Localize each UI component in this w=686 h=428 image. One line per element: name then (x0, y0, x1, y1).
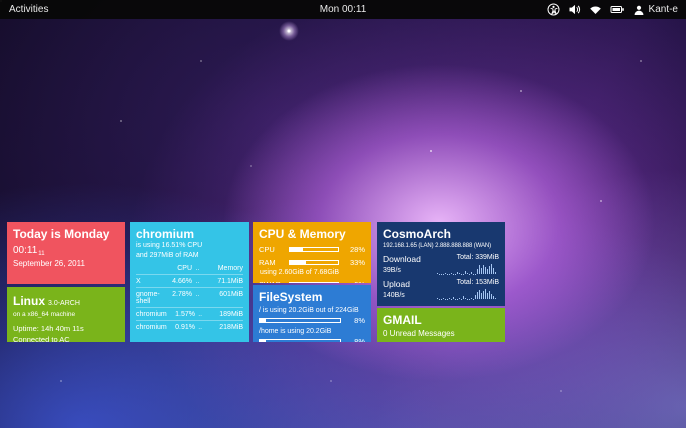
cpu-row: CPU 28% (259, 245, 365, 254)
root-fs-row: 8% (259, 316, 365, 325)
widget-filesystem: FileSystem / is using 20.2GiB out of 224… (253, 285, 371, 342)
widget-cpu-memory: CPU & Memory CPU 28% RAM 33% using 2.60G… (253, 222, 371, 283)
cpu-percent: 28% (349, 245, 365, 255)
widget-system: Linux 3.0-ARCH on a x86_64 machine Uptime… (7, 287, 125, 342)
process-row: chromium 1.57% .. 189MiB (136, 307, 243, 320)
home-fs-bar (259, 339, 341, 342)
time-seconds: 11 (38, 251, 45, 258)
download-graph (437, 263, 499, 275)
process-cpu: 0.91% (175, 324, 195, 332)
top-bar: Activities Mon 00:11 Kant-e (0, 0, 686, 19)
wifi-icon[interactable] (589, 3, 602, 16)
cpu-memory-title: CPU & Memory (259, 227, 346, 241)
gmail-title: GMAIL (383, 313, 422, 327)
home-fs-percent: 8% (354, 337, 365, 342)
system-title: Linux 3.0-ARCH (13, 292, 119, 310)
process-mem: 218MiB (219, 324, 243, 332)
process-table: CPU .. Memory X 4.66% .. 71.1MiB gnome-s… (136, 264, 243, 333)
process-row: X 4.66% .. 71.1MiB (136, 274, 243, 287)
download-rate: 39B/s (383, 267, 401, 275)
process-row: gnome-shell 2.78% .. 601MiB (136, 287, 243, 307)
accessibility-icon[interactable] (547, 3, 560, 16)
power-status: Connected to AC (13, 334, 70, 342)
clock-time: 00:1111 (13, 245, 119, 258)
column-separator: .. (195, 265, 200, 273)
upload-total: Total: 153MiB (456, 279, 499, 287)
filesystem-title: FileSystem (259, 290, 323, 304)
ram-row: RAM 33% (259, 258, 365, 267)
row-separator: .. (198, 324, 203, 332)
process-row: chromium 0.91% .. 218MiB (136, 320, 243, 333)
process-cpu: 2.78% (172, 291, 192, 299)
machine-arch: on a x86_64 machine (13, 311, 76, 318)
row-separator: .. (195, 291, 200, 299)
user-menu[interactable]: Kant-e (633, 4, 678, 16)
download-label: Download (383, 254, 421, 265)
date-widget-title: Today is Monday (13, 227, 110, 241)
widget-date: Today is Monday 00:1111 September 26, 20… (7, 222, 125, 284)
battery-icon[interactable] (610, 4, 625, 15)
swap-row: SWAP 0% (259, 280, 365, 283)
gmail-status: 0 Unread Messages (383, 329, 455, 339)
process-name: chromium (136, 311, 167, 319)
desktop-wallpaper: Activities Mon 00:11 Kant-e Today is Mon… (0, 0, 686, 428)
activities-button[interactable]: Activities (0, 0, 57, 19)
process-usage-line1: is using 16.51% CPU (136, 242, 203, 250)
widget-network: CosmoArch 192.168.1.65 (LAN) 2.888.888.8… (377, 222, 505, 306)
process-title: chromium (136, 227, 195, 241)
stars-decoration (0, 0, 686, 428)
home-fs-row: 8% (259, 337, 365, 342)
system-tray: Kant-e (547, 0, 686, 19)
process-usage-line2: and 297MiB of RAM (136, 251, 199, 259)
column-cpu: CPU (177, 265, 192, 273)
swap-progress-bar (289, 282, 339, 283)
widget-top-process: chromium is using 16.51% CPU and 297MiB … (130, 222, 249, 342)
network-addresses: 192.168.1.65 (LAN) 2.888.888.888 (WAN) (383, 243, 492, 250)
home-fs-label: /home is using 20.2GiB (259, 328, 332, 336)
uptime-text: Uptime: 14h 40m 11s (13, 324, 84, 334)
process-cpu: 1.57% (175, 311, 195, 319)
ram-percent: 33% (349, 258, 365, 268)
time-value: 00:11 (13, 245, 38, 257)
network-hostname: CosmoArch (383, 227, 452, 241)
bright-star (279, 21, 299, 41)
root-fs-label: / is using 20.2GiB out of 224GiB (259, 307, 359, 315)
process-cpu: 4.66% (172, 278, 192, 286)
process-name: gnome-shell (136, 291, 160, 306)
swap-percent: 0% (343, 280, 365, 283)
upload-label: Upload (383, 279, 410, 290)
column-memory: Memory (217, 265, 243, 273)
download-section: Download 39B/s Total: 339MiB (383, 254, 499, 275)
upload-section: Upload 140B/s Total: 153MiB (383, 279, 499, 300)
date-text: September 26, 2011 (13, 259, 85, 269)
process-mem: 71.1MiB (217, 278, 243, 286)
widget-gmail: GMAIL 0 Unread Messages (377, 308, 505, 342)
cpu-progress-bar (289, 247, 339, 253)
os-name: Linux (13, 294, 45, 308)
volume-icon[interactable] (568, 3, 581, 16)
ram-detail: using 2.60GiB of 7.68GiB (260, 269, 339, 277)
upload-rate: 140B/s (383, 292, 405, 300)
process-mem: 189MiB (219, 311, 243, 319)
root-fs-percent: 8% (354, 316, 365, 326)
clock-button[interactable]: Mon 00:11 (320, 4, 367, 15)
username: Kant-e (648, 4, 678, 15)
ram-label: RAM (259, 258, 276, 268)
kernel-version: 3.0-ARCH (48, 300, 80, 307)
root-fs-bar (259, 318, 341, 324)
process-name: X (136, 278, 141, 286)
ram-progress-bar (289, 260, 339, 266)
row-separator: .. (195, 278, 200, 286)
process-table-header: CPU .. Memory (136, 264, 243, 274)
row-separator: .. (198, 311, 203, 319)
process-name: chromium (136, 324, 167, 332)
user-icon (633, 4, 645, 16)
process-mem: 601MiB (219, 291, 243, 299)
upload-graph (437, 288, 499, 300)
download-total: Total: 339MiB (456, 254, 499, 262)
swap-label: SWAP (259, 280, 285, 283)
cpu-label: CPU (259, 245, 275, 255)
